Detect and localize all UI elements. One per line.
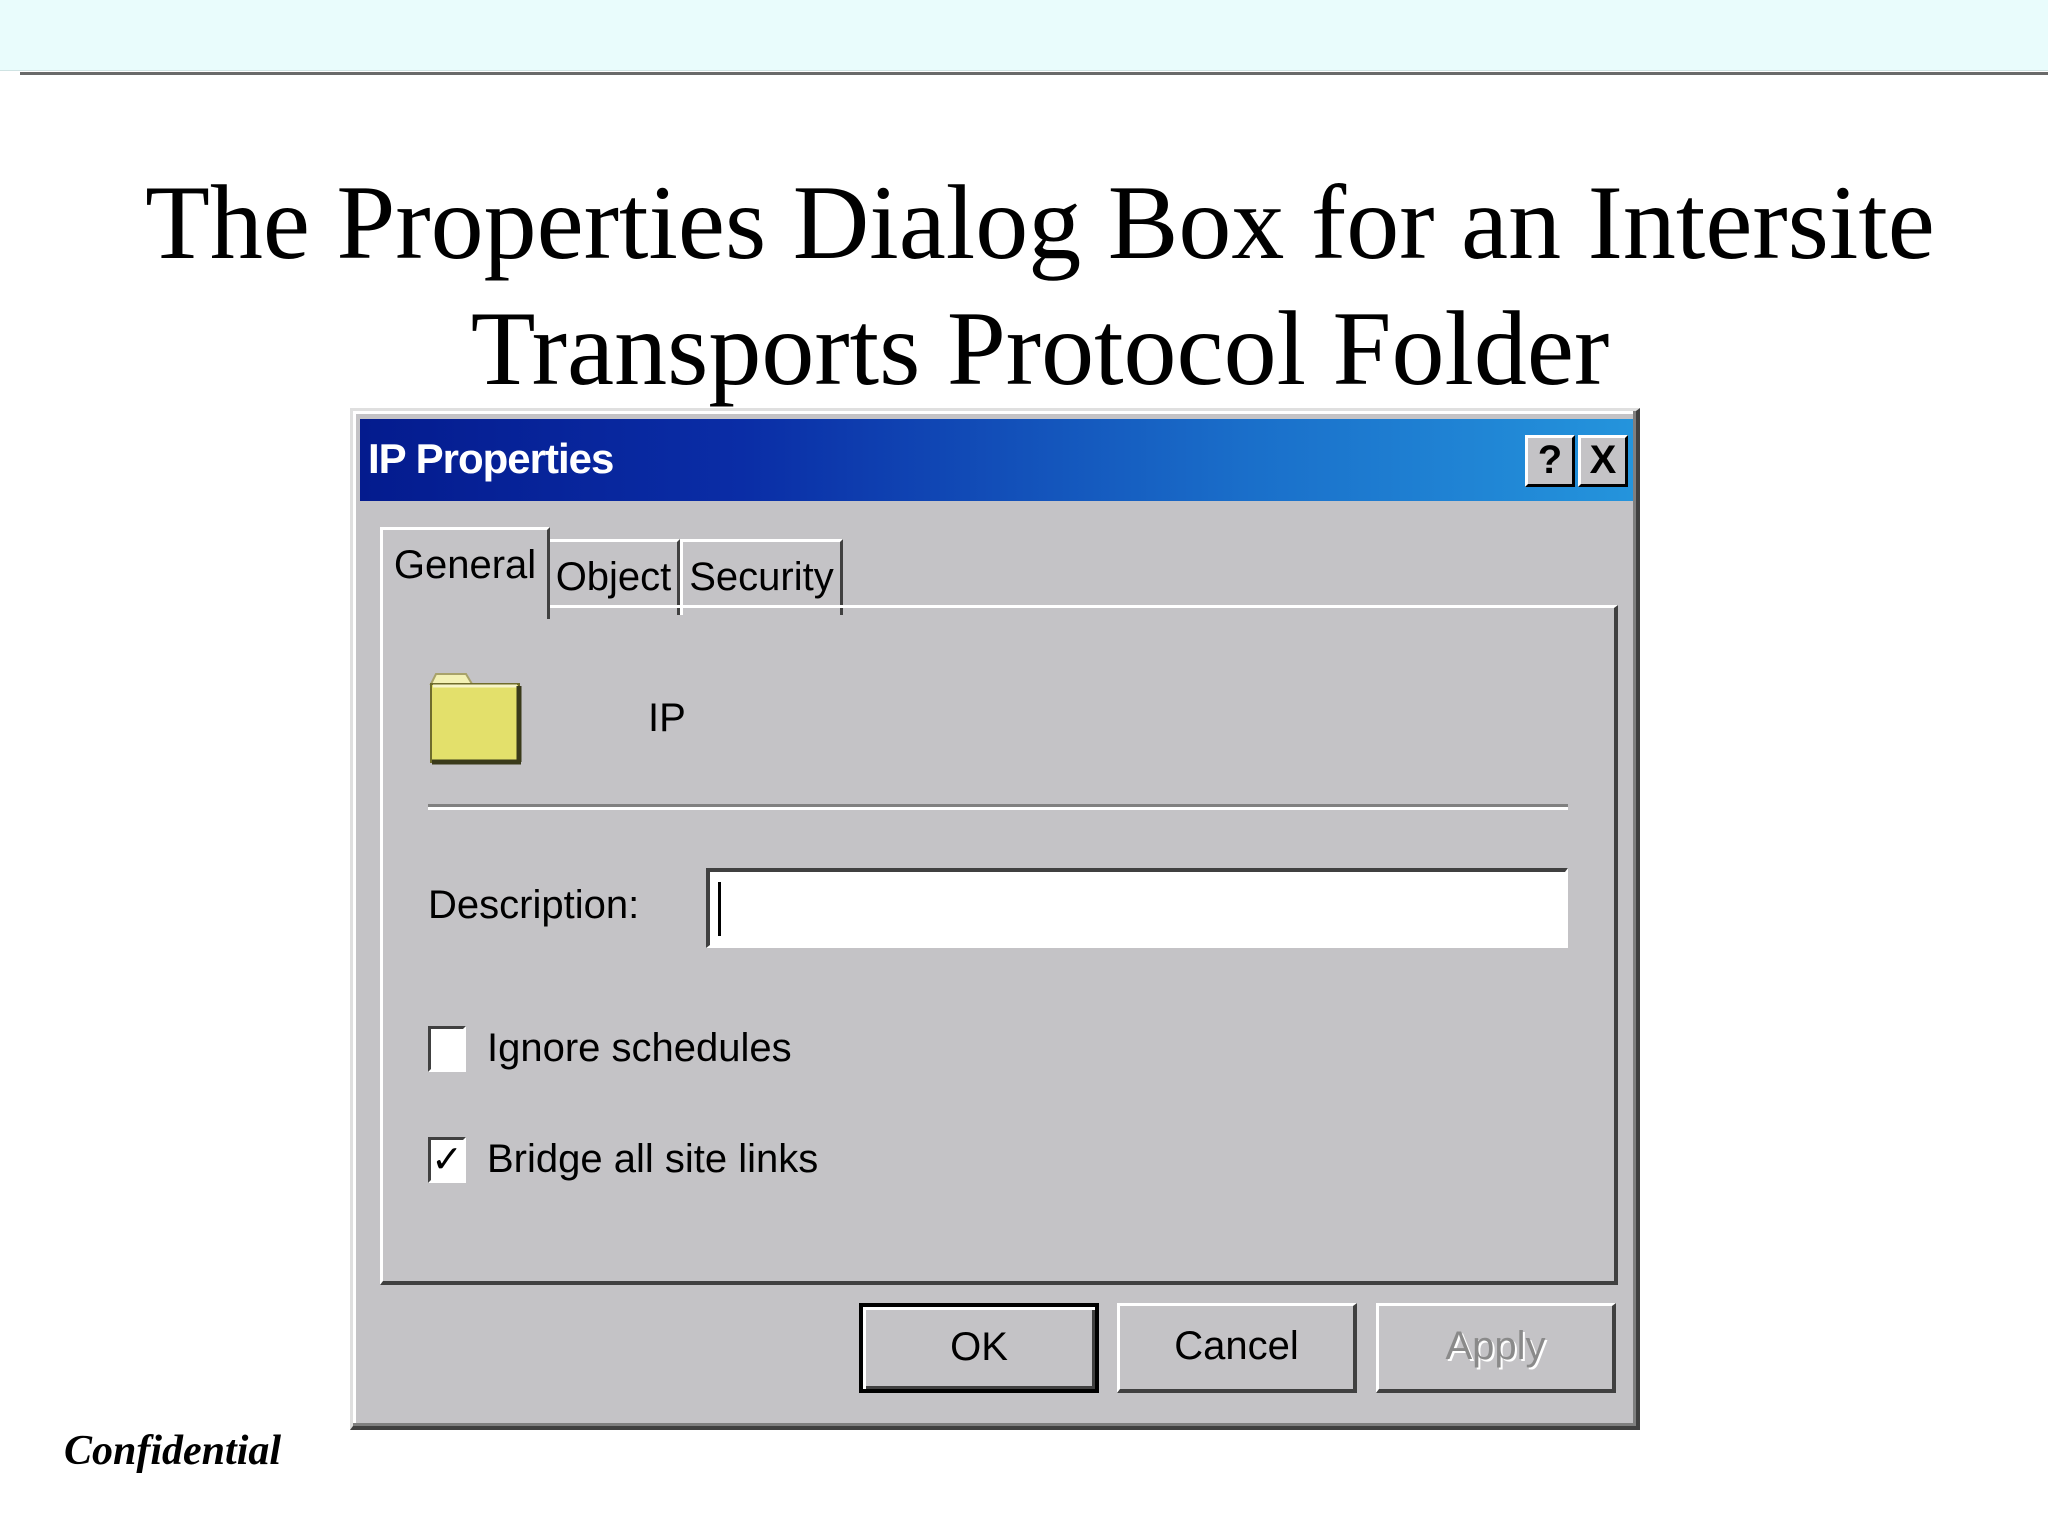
close-button[interactable]: X [1578,435,1628,487]
tab-object[interactable]: Object [547,539,680,615]
ignore-schedules-label[interactable]: Ignore schedules [487,1026,792,1071]
slide-title-line-1: The Properties Dialog Box for an Intersi… [145,164,1935,281]
slide-header-band [0,0,2048,71]
dialog-title: IP Properties [368,435,614,482]
ip-properties-dialog: IP Properties ? X General Object Securit… [350,408,1640,1430]
folder-icon [429,673,522,765]
cancel-button[interactable]: Cancel [1117,1303,1357,1393]
dialog-titlebar[interactable]: IP Properties ? X [360,419,1633,501]
bridge-all-site-links-label[interactable]: Bridge all site links [487,1137,818,1182]
ok-button[interactable]: OK [859,1303,1099,1393]
separator [428,804,1568,810]
help-button[interactable]: ? [1525,435,1575,487]
general-tab-page: IP Description: Ignore schedules ✓ Bridg… [380,605,1618,1285]
slide-title-line-2: Transports Protocol Folder [470,290,1610,407]
slide-title: The Properties Dialog Box for an Intersi… [0,160,2048,412]
description-label: Description: [428,883,640,927]
tab-general[interactable]: General [380,527,550,619]
slide-header-rule [20,72,2048,75]
object-name: IP [648,696,686,740]
apply-button[interactable]: Apply [1376,1303,1616,1393]
bridge-all-site-links-checkbox[interactable]: ✓ [428,1137,466,1183]
ignore-schedules-checkbox[interactable] [428,1026,466,1072]
description-input[interactable] [706,868,1568,948]
tab-security[interactable]: Security [680,539,843,615]
confidential-footer: Confidential [64,1428,282,1474]
